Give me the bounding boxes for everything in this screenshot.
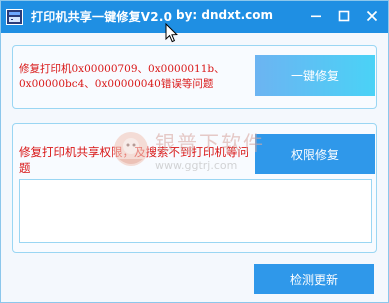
app-window: 打印机共享一键修复V2.0 by: dndxt.com 修复打印机0x00000…	[0, 0, 389, 303]
one-key-fix-button[interactable]: 一键修复	[255, 55, 375, 96]
close-icon	[366, 10, 378, 22]
permission-fix-panel: 修复打印机共享权限，及搜索不到打印机等问题 权限修复	[12, 123, 377, 253]
close-button[interactable]	[360, 4, 384, 28]
permission-fix-button[interactable]: 权限修复	[255, 134, 375, 174]
window-author: by: dndxt.com	[176, 8, 274, 22]
title-bar[interactable]: 打印机共享一键修复V2.0 by: dndxt.com	[1, 1, 388, 33]
minimize-button[interactable]	[304, 4, 328, 28]
window-title: 打印机共享一键修复V2.0	[31, 10, 173, 24]
mouse-pointer-icon	[165, 23, 178, 43]
check-update-button[interactable]: 检测更新	[254, 264, 374, 294]
error-fix-panel: 修复打印机0x00000709、0x0000011b、0x00000bc4、0x…	[12, 45, 377, 109]
error-fix-description: 修复打印机0x00000709、0x0000011b、0x00000bc4、0x…	[19, 63, 225, 90]
maximize-button[interactable]	[332, 4, 356, 28]
minimize-icon	[311, 15, 321, 18]
log-output-box[interactable]	[19, 179, 372, 243]
printer-app-icon	[6, 9, 23, 25]
permission-fix-description: 修复打印机共享权限，及搜索不到打印机等问题	[19, 145, 249, 175]
maximize-icon	[338, 10, 350, 22]
